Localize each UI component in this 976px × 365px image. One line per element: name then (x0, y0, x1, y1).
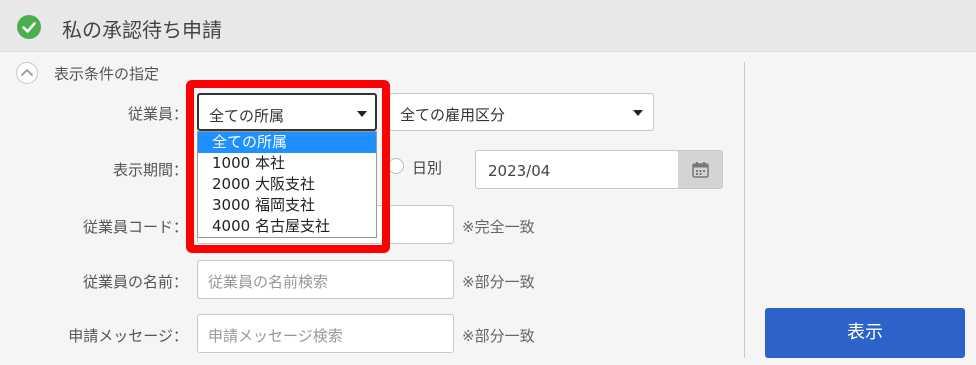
show-button[interactable]: 表示 (765, 308, 965, 358)
check-circle-icon (17, 15, 41, 39)
filter-section-title: 表示条件の指定 (54, 65, 160, 83)
employee-code-note: ※完全一致 (462, 218, 535, 236)
calendar-button[interactable] (678, 150, 723, 189)
employee-name-placeholder: 従業員の名前検索 (208, 273, 329, 291)
request-message-placeholder: 申請メッセージ検索 (208, 327, 343, 345)
chevron-down-icon (633, 110, 643, 116)
calendar-icon (692, 162, 709, 178)
request-message-note: ※部分一致 (462, 327, 535, 345)
employment-type-select[interactable]: 全ての雇用区分 (389, 93, 654, 131)
radio-daily-label: 日別 (412, 159, 443, 177)
employment-type-select-value: 全ての雇用区分 (400, 106, 506, 124)
employee-name-label: 従業員の名前： (82, 273, 188, 291)
month-input[interactable]: 2023/04 (475, 150, 679, 189)
request-message-label: 申請メッセージ： (68, 327, 188, 345)
page-title: 私の承認待ち申請 (62, 18, 222, 42)
page-header: 私の承認待ち申請 (0, 0, 976, 52)
period-label: 表示期間： (112, 161, 188, 179)
month-input-value: 2023/04 (488, 162, 551, 180)
highlight-box (186, 80, 390, 253)
collapse-toggle-icon[interactable] (16, 62, 38, 84)
vertical-divider (744, 62, 745, 358)
employee-name-note: ※部分一致 (462, 273, 535, 291)
employee-label: 従業員： (127, 105, 188, 123)
employee-name-input[interactable]: 従業員の名前検索 (197, 260, 454, 299)
employee-code-label: 従業員コード： (82, 218, 188, 236)
radio-daily[interactable] (388, 158, 404, 174)
request-message-input[interactable]: 申請メッセージ検索 (197, 314, 454, 353)
